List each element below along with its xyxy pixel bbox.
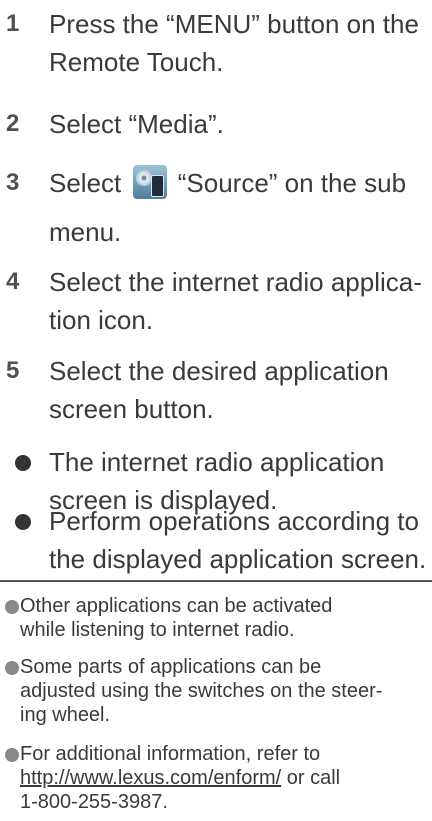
source-icon	[132, 165, 167, 199]
note-text-line: http://www.lexus.com/enform/ or call	[20, 766, 340, 790]
note-text-line: adjusted using the switches on the steer…	[20, 680, 383, 702]
step-text-line: Press the “MENU” button on the	[49, 9, 419, 39]
step-text-line: Select “Source” on the sub	[49, 165, 406, 201]
note-text-line: Other applications can be activated	[20, 595, 333, 617]
step-number: 1	[6, 10, 20, 37]
section-divider	[0, 580, 432, 582]
step-number: 5	[6, 357, 20, 384]
step-number: 3	[6, 169, 20, 196]
note-text-line: ing wheel.	[20, 704, 111, 726]
bullet-dot-icon	[15, 455, 31, 471]
bullet-dot-icon	[15, 514, 31, 530]
step-text-line: tion icon.	[49, 305, 154, 335]
bullet-text-line: the displayed application screen.	[49, 544, 427, 574]
bullet-text-line: The internet radio application	[49, 447, 385, 477]
note-text-line: For additional information, refer to	[20, 743, 321, 765]
step-number: 4	[6, 268, 20, 295]
step-text-after-icon: “Source” on the sub	[177, 168, 407, 198]
step-text-line: Select the desired application	[49, 356, 389, 386]
bullet-text-line: Perform operations according to	[49, 506, 419, 536]
enform-link[interactable]: http://www.lexus.com/enform/	[20, 767, 281, 789]
note-bullet-icon	[5, 600, 19, 614]
step-text-line: Remote Touch.	[49, 47, 224, 77]
step-number: 2	[6, 110, 20, 137]
note-text-line: Some parts of applications can be	[20, 656, 322, 678]
note-bullet-icon	[5, 748, 19, 762]
phone-number: 1-800-255-3987.	[20, 791, 168, 813]
disc-icon	[135, 170, 152, 186]
phone-icon	[150, 175, 164, 197]
step-text-line: screen button.	[49, 394, 214, 424]
note-bullet-icon	[5, 661, 19, 675]
note-text-line: while listening to internet radio.	[20, 619, 295, 641]
step-text-line: menu.	[49, 217, 122, 247]
step-text-line: Select “Media”.	[49, 109, 224, 139]
step-text-before-icon: Select	[49, 168, 122, 198]
step-text-line: Select the internet radio applica-	[49, 267, 422, 297]
link-suffix: or call	[281, 767, 341, 789]
